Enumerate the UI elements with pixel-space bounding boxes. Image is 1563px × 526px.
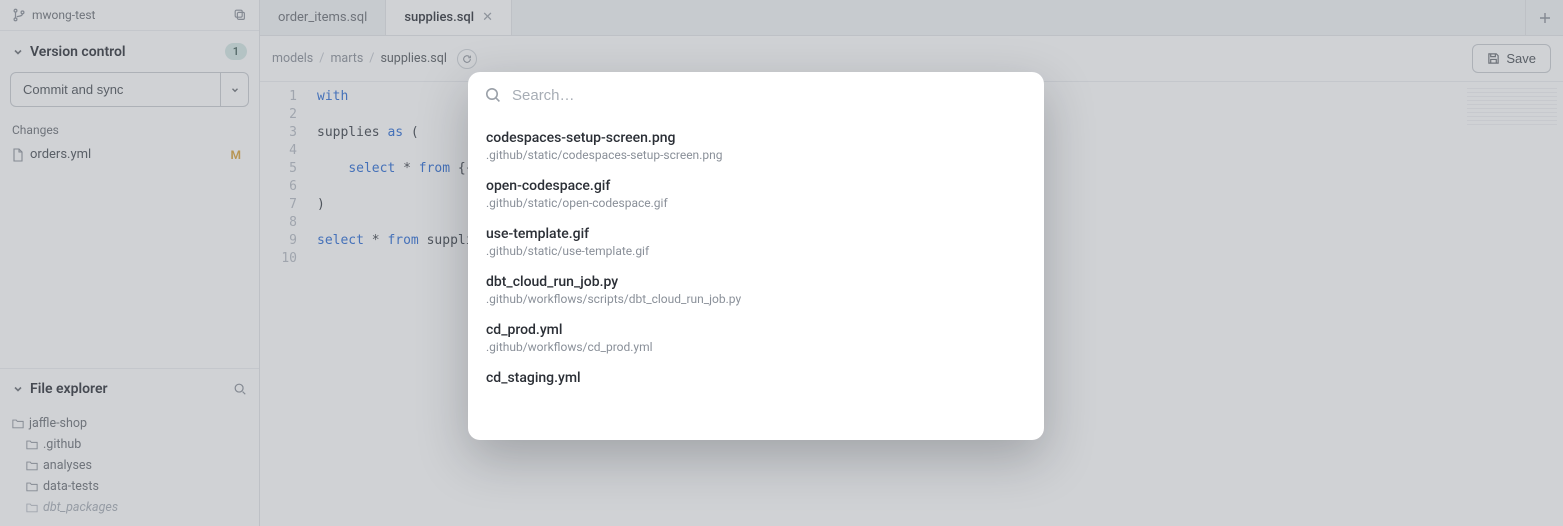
copy-icon[interactable] (233, 8, 247, 22)
save-button[interactable]: Save (1472, 44, 1551, 73)
changes-label: Changes (0, 119, 259, 143)
search-modal: codespaces-setup-screen.png .github/stat… (468, 72, 1044, 440)
fe-title: File explorer (30, 381, 108, 397)
close-icon[interactable]: ✕ (482, 10, 493, 25)
search-result[interactable]: open-codespace.gif .github/static/open-c… (476, 170, 1036, 218)
tree-folder[interactable]: dbt_packages (12, 497, 247, 518)
tab-order-items[interactable]: order_items.sql (260, 0, 386, 35)
save-icon (1487, 52, 1500, 65)
branch-name[interactable]: mwong-test (32, 8, 95, 22)
refresh-icon[interactable] (457, 49, 477, 69)
vc-title: Version control (30, 44, 126, 60)
chevron-down-icon (12, 46, 24, 58)
sidebar: mwong-test Version control 1 Commit and … (0, 0, 260, 526)
tree-folder[interactable]: data-tests (12, 476, 247, 497)
search-results: codespaces-setup-screen.png .github/stat… (468, 118, 1044, 404)
commit-dropdown-button[interactable] (221, 72, 249, 107)
tab-bar: order_items.sql supplies.sql ✕ (260, 0, 1563, 36)
code-content[interactable]: with supplies as ( select * from {{ ) se… (305, 82, 481, 526)
search-result[interactable]: codespaces-setup-screen.png .github/stat… (476, 122, 1036, 170)
tree-folder[interactable]: analyses (12, 455, 247, 476)
tree-folder-root[interactable]: jaffle-shop (12, 413, 247, 434)
change-item[interactable]: orders.yml M (0, 143, 259, 166)
breadcrumb-item[interactable]: marts (330, 51, 363, 66)
file-tree: jaffle-shop .github analyses data-tests … (0, 409, 259, 526)
change-filename: orders.yml (30, 147, 91, 162)
breadcrumb-item[interactable]: models (272, 51, 313, 66)
search-result[interactable]: dbt_cloud_run_job.py .github/workflows/s… (476, 266, 1036, 314)
new-tab-button[interactable] (1525, 0, 1563, 35)
tree-folder[interactable]: .github (12, 434, 247, 455)
commit-sync-button[interactable]: Commit and sync (10, 72, 221, 107)
line-gutter: 12345678910 (260, 82, 305, 526)
branch-bar: mwong-test (0, 0, 259, 31)
version-control-header[interactable]: Version control 1 (0, 31, 259, 72)
search-icon (484, 86, 502, 104)
file-icon (12, 148, 24, 162)
search-result[interactable]: cd_staging.yml (476, 362, 1036, 396)
breadcrumb-item[interactable]: supplies.sql (380, 51, 446, 66)
minimap[interactable] (1467, 88, 1557, 128)
git-branch-icon (12, 8, 26, 22)
modified-badge: M (231, 148, 248, 162)
search-result[interactable]: use-template.gif .github/static/use-temp… (476, 218, 1036, 266)
chevron-down-icon (12, 383, 24, 395)
tab-supplies[interactable]: supplies.sql ✕ (386, 0, 512, 35)
search-input[interactable] (512, 87, 1028, 104)
breadcrumb: models / marts / supplies.sql (272, 49, 477, 69)
search-icon[interactable] (233, 382, 247, 396)
search-result[interactable]: cd_prod.yml .github/workflows/cd_prod.ym… (476, 314, 1036, 362)
vc-badge: 1 (225, 43, 247, 60)
file-explorer-header[interactable]: File explorer (0, 369, 259, 409)
